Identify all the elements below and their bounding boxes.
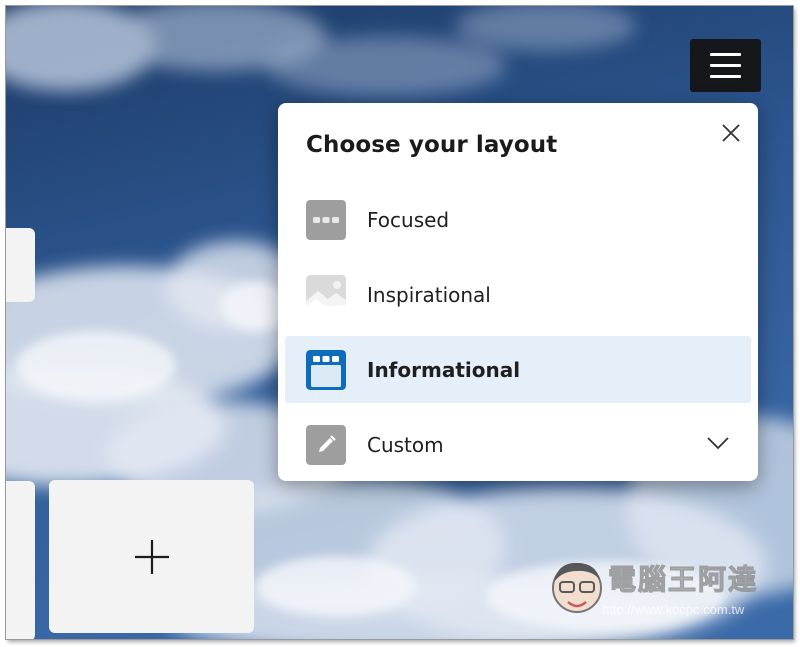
- option-label: Informational: [367, 357, 521, 382]
- hamburger-icon-bar: [710, 64, 741, 67]
- pencil-icon: [306, 424, 346, 465]
- option-label: Focused: [367, 207, 450, 232]
- page-settings-button[interactable]: [690, 39, 761, 92]
- mascot-logo-icon: [552, 562, 602, 613]
- inspirational-layout-icon: [306, 274, 346, 315]
- panel-title: Choose your layout: [306, 132, 558, 158]
- browser-new-tab-page: Choose your layout Focused Inspirational…: [6, 6, 793, 639]
- plus-icon: [134, 539, 169, 574]
- focused-layout-icon: [306, 199, 346, 240]
- layout-option-custom[interactable]: Custom: [285, 411, 751, 478]
- informational-layout-icon: [306, 349, 346, 390]
- quick-link-tile[interactable]: [6, 481, 35, 639]
- layout-option-inspirational[interactable]: Inspirational: [285, 261, 751, 328]
- layout-option-informational[interactable]: Informational: [285, 336, 751, 403]
- chevron-down-icon[interactable]: [706, 435, 730, 451]
- add-site-tile[interactable]: [49, 480, 254, 633]
- option-label: Inspirational: [367, 282, 491, 307]
- layout-chooser-panel: Choose your layout Focused Inspirational…: [278, 103, 758, 481]
- hamburger-icon-bar: [710, 75, 741, 78]
- watermark-url: http://www.kocpc.com.tw: [602, 602, 745, 617]
- site-watermark: 電腦王阿達 http://www.kocpc.com.tw: [548, 558, 788, 628]
- close-icon: [722, 124, 740, 142]
- search-box-edge[interactable]: [6, 228, 35, 302]
- option-label: Custom: [367, 432, 444, 457]
- close-button[interactable]: [717, 119, 745, 147]
- watermark-text: 電腦王阿達: [607, 563, 759, 597]
- hamburger-icon: [710, 53, 741, 56]
- layout-option-focused[interactable]: Focused: [285, 186, 751, 253]
